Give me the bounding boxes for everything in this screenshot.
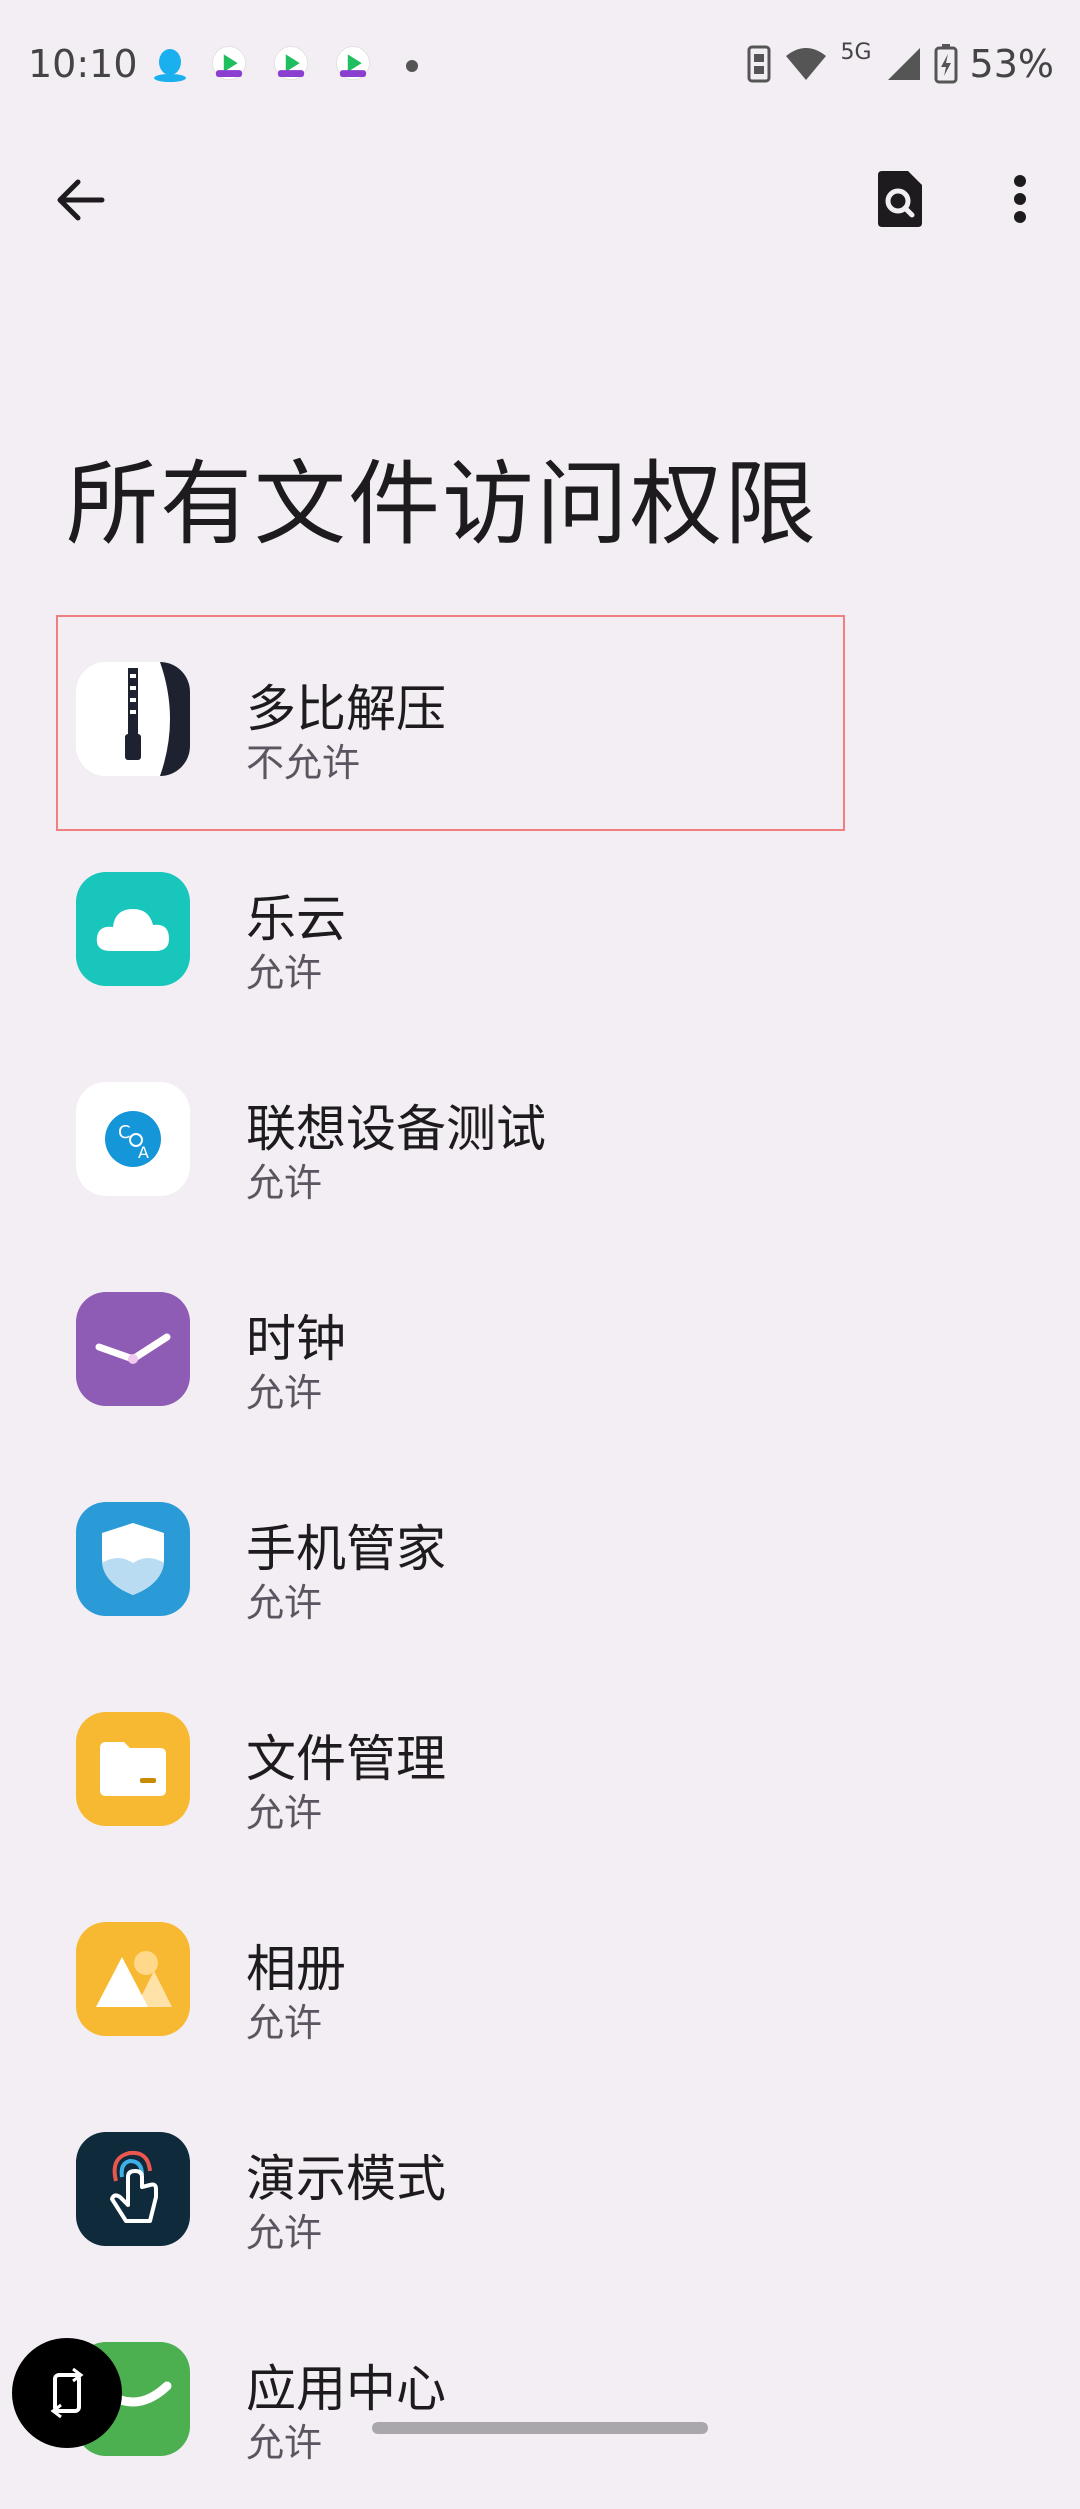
battery-percent: 53%: [969, 42, 1054, 86]
app-icon: [76, 2132, 190, 2246]
permission-status: 允许: [246, 2001, 323, 2045]
vibrate-icon: [747, 45, 771, 83]
list-item-demo-mode[interactable]: 演示模式 允许: [58, 2087, 843, 2299]
screen-rotate-icon: [50, 2367, 84, 2419]
folder-icon: [100, 1742, 166, 1796]
app-name: 时钟: [246, 1310, 346, 1368]
app-name: 联想设备测试: [246, 1100, 546, 1158]
app-icon: [76, 1712, 190, 1826]
home-indicator[interactable]: [372, 2422, 708, 2434]
app-icon: [76, 662, 190, 776]
list-item-file-manager[interactable]: 文件管理 允许: [58, 1667, 843, 1879]
more-options-button[interactable]: [980, 154, 1060, 244]
permission-status: 允许: [246, 1371, 323, 1415]
list-item-gallery[interactable]: 相册 允许: [58, 1877, 843, 2089]
network-type: 5G: [840, 39, 872, 65]
permission-status: 不允许: [246, 741, 361, 785]
status-bar: 10:10 5G 53%: [0, 0, 1080, 130]
zip-archive-icon: [76, 662, 190, 776]
more-notifications-dot-icon: [406, 60, 418, 72]
cloud-icon: [96, 909, 169, 951]
page-title: 所有文件访问权限: [66, 451, 819, 558]
qq-notification-icon: [154, 49, 186, 82]
svg-text:C: C: [118, 1122, 131, 1143]
cellular-signal-icon: [887, 48, 920, 80]
status-time: 10:10: [28, 42, 138, 86]
list-item-duobi-unzip[interactable]: 多比解压 不允许: [56, 615, 845, 831]
shield-icon: [102, 1523, 164, 1595]
app-icon: C A: [76, 1082, 190, 1196]
list-item-lenovo-device-test[interactable]: C A 联想设备测试 允许: [58, 1037, 843, 1249]
touch-hand-icon: [110, 2150, 158, 2223]
video-app-notification-icon: [212, 46, 246, 81]
permission-status: 允许: [246, 951, 323, 995]
app-name: 多比解压: [246, 680, 446, 738]
app-icon: [76, 1292, 190, 1406]
more-vert-icon: [1014, 175, 1026, 223]
app-name: 手机管家: [246, 1520, 446, 1578]
app-icon: [76, 1922, 190, 2036]
app-icon: [76, 1502, 190, 1616]
battery-charging-icon: [934, 44, 958, 84]
wifi-icon: [786, 48, 827, 80]
list-item-phone-manager[interactable]: 手机管家 允许: [58, 1457, 843, 1669]
status-icons: 5G 53%: [746, 39, 1054, 86]
app-name: 相册: [246, 1940, 346, 1998]
gallery-icon: [96, 1951, 172, 2007]
list-item-app-center[interactable]: 应用中心 允许: [58, 2297, 843, 2509]
rotate-screen-button[interactable]: [12, 2338, 122, 2448]
permission-status: 允许: [246, 1581, 323, 1625]
back-button[interactable]: [40, 160, 120, 240]
svg-text:A: A: [138, 1143, 149, 1162]
app-name: 演示模式: [246, 2150, 446, 2208]
video-app-notification-icon: [336, 46, 370, 81]
list-item-leyun[interactable]: 乐云 允许: [58, 827, 843, 1039]
app-name: 文件管理: [246, 1730, 446, 1788]
permission-status: 允许: [246, 1791, 323, 1835]
video-app-notification-icon: [274, 46, 308, 81]
permission-status: 允许: [246, 2211, 323, 2255]
app-bar: [0, 140, 1080, 250]
search-button[interactable]: [860, 154, 940, 244]
coa-test-icon: C A: [105, 1111, 161, 1167]
arrow-back-icon: [57, 179, 105, 221]
permission-status: 允许: [246, 1161, 323, 1205]
app-icon: [76, 872, 190, 986]
file-search-icon: [878, 171, 922, 227]
app-name: 乐云: [246, 890, 346, 948]
list-item-clock[interactable]: 时钟 允许: [58, 1247, 843, 1459]
app-name: 应用中心: [246, 2360, 446, 2418]
clock-icon: [95, 1333, 171, 1364]
permission-status: 允许: [246, 2421, 323, 2465]
